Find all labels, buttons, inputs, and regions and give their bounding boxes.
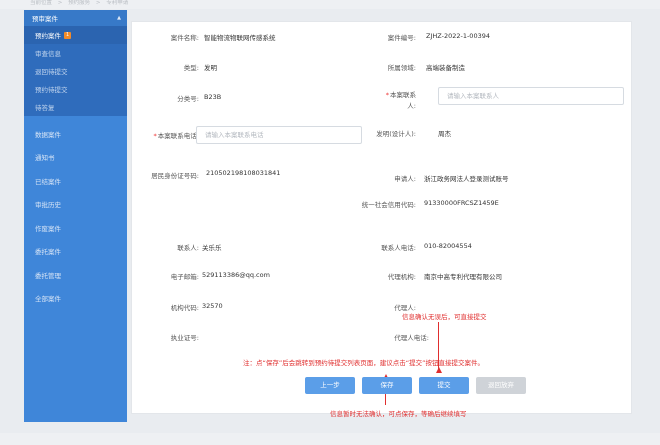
sidebar-main-list: 数据案件 通知书 已结案件 审批历史 作废案件 委托案件 委托管理 全部案件 <box>24 116 127 310</box>
sidebar-item[interactable]: 已结案件 <box>24 169 127 193</box>
credit-code-label: 统一社会信用代码: <box>361 201 416 209</box>
type-value: 发明 <box>204 64 217 72</box>
sidebar-item-awaiting-reply[interactable]: 待答复 <box>24 98 127 116</box>
breadcrumb: 当前位置 > 预约服务 > 专利申请 <box>0 0 660 9</box>
field-label: 所属领域: <box>387 64 416 72</box>
case-name-label: 案件名称: <box>170 34 199 42</box>
cert-no-label: 执业证号: <box>170 334 199 342</box>
sidebar: 预审案件 ▲ 预约案件 1 审查信息 退回待提交 预约待提交 待答复 数据案件 … <box>24 10 127 422</box>
prev-step-button[interactable]: 上一步 <box>305 377 355 394</box>
sidebar-item-label: 退回待提交 <box>35 68 68 76</box>
id-value: 210502198108031841 <box>206 169 281 177</box>
phone-input[interactable]: 请输入本案联系电话 <box>196 126 362 144</box>
contact-input[interactable]: 请输入本案联系人 <box>438 87 624 105</box>
applicant-value: 浙江政务网法人登录测试账号 <box>424 175 509 183</box>
agency-value: 南京中高专利代理有限公司 <box>424 273 502 281</box>
sidebar-item-review-info[interactable]: 审查信息 <box>24 44 127 62</box>
annotation-arrowhead <box>435 367 442 373</box>
sidebar-item[interactable]: 数据案件 <box>24 122 127 146</box>
sidebar-item-returned[interactable]: 退回待提交 <box>24 62 127 80</box>
inventor-label: 发明(设计人): <box>376 130 416 138</box>
breadcrumb-item[interactable]: 专利申请 <box>106 0 128 6</box>
sidebar-item-label: 待答复 <box>35 104 55 112</box>
required-marker: * <box>385 91 389 99</box>
bottom-bar <box>0 433 660 445</box>
save-button[interactable]: 保存 <box>362 377 412 394</box>
case-form-card: 案件名称: 智能物流物联网传感系统 案件编号: ZJHZ-2022-1-0039… <box>131 21 632 418</box>
confirm-annotation: 信息确认无误后，可直接提交 <box>402 313 487 321</box>
email-label: 电子邮箱: <box>170 273 199 281</box>
save-annotation: 注：点“保存”后会跳转到预约待提交列表页面，建议点击“提交”按钮直接提交案件。 <box>243 359 484 367</box>
chevron-up-icon: ▲ <box>117 15 121 21</box>
credit-code-value: 91330000FRCSZ1459E <box>424 199 499 207</box>
phone-label: *本案联系电话: <box>153 132 199 140</box>
liaison-label: 联系人: <box>177 244 199 252</box>
case-no-value: ZJHZ-2022-1-00394 <box>426 32 490 40</box>
liaison-phone-value: 010-82004554 <box>424 242 472 250</box>
sidebar-item-pending-submit[interactable]: 预约待提交 <box>24 80 127 98</box>
sidebar-item[interactable]: 通知书 <box>24 146 127 170</box>
sidebar-sub-list: 预约案件 1 审查信息 退回待提交 预约待提交 待答复 <box>24 26 127 116</box>
agency-label: 代理机构: <box>387 273 416 281</box>
sidebar-item[interactable]: 委托案件 <box>24 240 127 264</box>
sidebar-group-header[interactable]: 预审案件 ▲ <box>24 10 127 26</box>
applicant-label: 申请人: <box>394 175 416 183</box>
field-value: 高端装备制造 <box>426 64 465 72</box>
count-badge: 1 <box>64 31 72 39</box>
breadcrumb-item[interactable]: 预约服务 <box>68 0 90 6</box>
breadcrumb-separator: > <box>95 0 101 6</box>
case-no-label: 案件编号: <box>387 34 416 42</box>
sidebar-group-title: 预审案件 <box>32 15 58 23</box>
sidebar-item[interactable]: 作废案件 <box>24 216 127 240</box>
sidebar-item-label: 预约待提交 <box>35 86 68 94</box>
contact-label: *本案联系 <box>385 91 416 99</box>
agent-phone-label: 代理人电话: <box>394 334 429 342</box>
sidebar-item[interactable]: 审批历史 <box>24 193 127 217</box>
liaison-value: 关乐乐 <box>202 244 222 252</box>
breadcrumb-separator: > <box>57 0 63 6</box>
sidebar-item-label: 预约案件 <box>35 32 61 40</box>
breadcrumb-item[interactable]: 当前位置 <box>30 0 52 6</box>
sidebar-item[interactable]: 委托管理 <box>24 263 127 287</box>
discard-button[interactable]: 退回放弃 <box>476 377 526 394</box>
sidebar-item[interactable]: 全部案件 <box>24 287 127 311</box>
case-name-value: 智能物流物联网传感系统 <box>204 34 276 42</box>
email-value: 529113386@qq.com <box>202 271 270 279</box>
class-no-value: B23B <box>204 93 222 101</box>
sidebar-item-label: 审查信息 <box>35 50 61 58</box>
annotation-arrow <box>438 322 440 372</box>
bottom-annotation: 信息暂时无法确认，可点保存，等确后继续填写 <box>330 410 467 418</box>
inventor-value: 周杰 <box>438 130 451 138</box>
contact-label-cont: 人: <box>407 102 416 110</box>
liaison-phone-label: 联系人电话: <box>381 244 416 252</box>
class-no-label: 分类号: <box>177 95 199 103</box>
sidebar-item-reserved-cases[interactable]: 预约案件 1 <box>24 26 127 44</box>
org-code-label: 机构代码: <box>170 304 199 312</box>
type-label: 类型: <box>183 64 199 72</box>
submit-button[interactable]: 提交 <box>419 377 469 394</box>
org-code-value: 32570 <box>202 302 223 310</box>
id-label: 居民身份证号码: <box>151 172 199 180</box>
required-marker: * <box>153 132 157 140</box>
